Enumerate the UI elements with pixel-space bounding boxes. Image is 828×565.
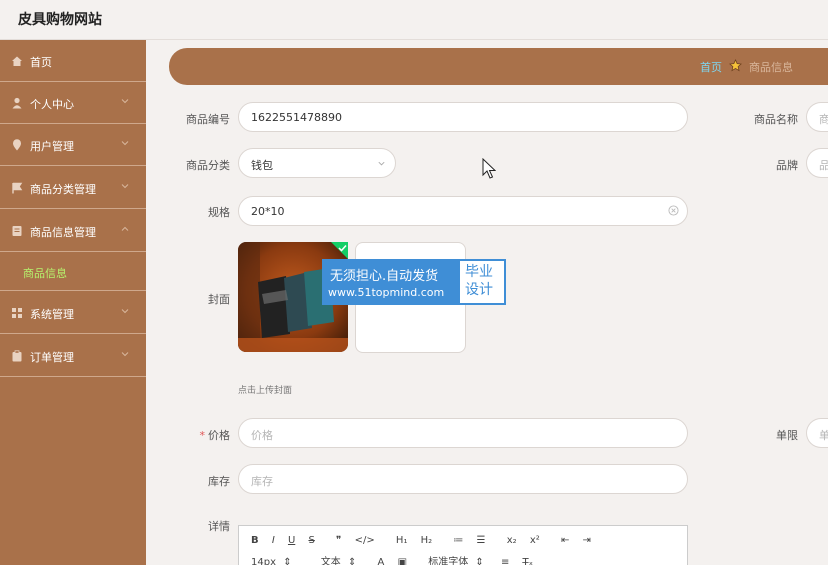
outdent-button[interactable]: ⇤ bbox=[561, 535, 569, 546]
cover-label: 封面 bbox=[208, 293, 230, 306]
user-icon bbox=[12, 97, 22, 109]
header2-button[interactable]: H₂ bbox=[421, 535, 433, 546]
subscript-button[interactable]: x₂ bbox=[507, 535, 517, 546]
chevron-down-icon bbox=[121, 352, 129, 357]
breadcrumb-current: 商品信息 bbox=[749, 61, 793, 74]
font-color-icon[interactable]: A bbox=[378, 557, 385, 565]
limit-label: 单限 bbox=[776, 429, 798, 442]
price-input[interactable]: 价格 bbox=[238, 418, 688, 448]
code-block-button[interactable]: </> bbox=[355, 535, 375, 546]
strike-button[interactable]: S bbox=[308, 535, 314, 546]
spec-value: 20*10 bbox=[251, 205, 285, 218]
rich-text-editor[interactable]: B I U S ❞ </> H₁ H₂ ≔ ☰ x₂ x² ⇤ ⇥ 14px ⇕… bbox=[238, 525, 688, 565]
sidebar-item-label: 首页 bbox=[30, 56, 52, 69]
category-label: 商品分类 bbox=[186, 159, 230, 172]
watermark-line1: 无须担心.自动发货 bbox=[330, 269, 439, 284]
chevron-up-icon bbox=[121, 226, 129, 231]
sidebar-item-system-management[interactable]: 系统管理 bbox=[0, 292, 146, 334]
indent-button[interactable]: ⇥ bbox=[583, 535, 591, 546]
required-mark: * bbox=[199, 429, 206, 442]
chevron-down-icon bbox=[378, 161, 385, 166]
home-icon bbox=[12, 56, 22, 66]
product-no-input[interactable]: 1622551478890 bbox=[238, 102, 688, 132]
watermark-url: www.51topmind.com bbox=[328, 286, 445, 299]
watermark-side-line1: 毕业 bbox=[465, 264, 493, 280]
brand-label: 品牌 bbox=[776, 159, 798, 172]
ordered-list-button[interactable]: ≔ bbox=[453, 535, 463, 546]
category-value: 钱包 bbox=[251, 159, 273, 172]
font-size-select[interactable]: 14px bbox=[251, 557, 276, 565]
document-icon bbox=[12, 226, 22, 236]
clear-icon[interactable] bbox=[668, 205, 679, 216]
editor-toolbar-row2: 14px ⇕ 文本 ⇕ A ▣ 标准字体 ⇕ ≡ T̶ₓ bbox=[251, 553, 543, 565]
flag-icon bbox=[12, 182, 23, 194]
watermark-side-line2: 设计 bbox=[465, 282, 493, 298]
product-name-input[interactable]: 商 bbox=[806, 102, 828, 132]
detail-label: 详情 bbox=[208, 520, 230, 533]
product-name-label: 商品名称 bbox=[754, 113, 798, 126]
spec-input[interactable]: 20*10 bbox=[238, 196, 688, 226]
top-bar: 皮具购物网站 bbox=[0, 0, 828, 40]
bold-button[interactable]: B bbox=[251, 535, 259, 546]
upload-hint: 点击上传封面 bbox=[238, 386, 293, 396]
sidebar-item-label: 商品信息管理 bbox=[30, 226, 96, 239]
breadcrumb: 首页 商品信息 bbox=[169, 48, 828, 85]
watermark-text-box: 无须担心.自动发货 www.51topmind.com bbox=[324, 261, 460, 303]
category-select[interactable]: 钱包 bbox=[238, 148, 396, 178]
price-label: * 价格 bbox=[150, 427, 231, 443]
background-color-icon[interactable]: ▣ bbox=[398, 557, 407, 565]
font-family-select-arrow-icon: ⇕ bbox=[475, 557, 484, 565]
sidebar-subitem-product-info[interactable]: 商品信息 bbox=[0, 253, 146, 291]
grid-icon bbox=[12, 308, 22, 318]
breadcrumb-home-link[interactable]: 首页 bbox=[700, 59, 722, 75]
underline-button[interactable]: U bbox=[288, 535, 295, 546]
stock-input[interactable]: 库存 bbox=[238, 464, 688, 494]
star-icon bbox=[729, 59, 742, 72]
clipboard-icon bbox=[12, 350, 22, 362]
sidebar-item-label: 个人中心 bbox=[30, 98, 74, 111]
sidebar-item-order-management[interactable]: 订单管理 bbox=[0, 335, 146, 377]
editor-toolbar-row1: B I U S ❞ </> H₁ H₂ ≔ ☰ x₂ x² ⇤ ⇥ bbox=[251, 535, 601, 546]
price-label-text: 价格 bbox=[208, 429, 230, 442]
sidebar-item-home[interactable]: 首页 bbox=[0, 40, 146, 82]
upload-success-check-icon bbox=[331, 242, 348, 259]
align-icon[interactable]: ≡ bbox=[501, 557, 509, 565]
sidebar-item-label: 订单管理 bbox=[30, 351, 74, 364]
block-type-select[interactable]: 文本 bbox=[321, 553, 341, 565]
watermark-overlay: 无须担心.自动发货 www.51topmind.com 毕业 设计 bbox=[322, 259, 506, 305]
sidebar-item-personal-center[interactable]: 个人中心 bbox=[0, 82, 146, 124]
superscript-button[interactable]: x² bbox=[530, 535, 540, 546]
header1-button[interactable]: H₁ bbox=[396, 535, 408, 546]
spec-label: 规格 bbox=[208, 206, 230, 219]
chevron-down-icon bbox=[121, 141, 129, 146]
blockquote-button[interactable]: ❞ bbox=[336, 535, 341, 546]
stock-label: 库存 bbox=[208, 475, 230, 488]
block-type-select-arrow-icon: ⇕ bbox=[347, 557, 357, 565]
sidebar-item-category-management[interactable]: 商品分类管理 bbox=[0, 167, 146, 209]
sidebar-item-product-info-management[interactable]: 商品信息管理 bbox=[0, 210, 146, 252]
sidebar-item-label: 用户管理 bbox=[30, 140, 74, 153]
product-no-label: 商品编号 bbox=[186, 113, 230, 126]
chevron-down-icon bbox=[121, 99, 129, 104]
chevron-down-icon bbox=[121, 184, 129, 189]
bullet-list-button[interactable]: ☰ bbox=[477, 535, 486, 546]
sidebar-item-user-management[interactable]: 用户管理 bbox=[0, 124, 146, 166]
watermark-side: 毕业 设计 bbox=[465, 263, 503, 299]
font-size-select-arrow-icon: ⇕ bbox=[283, 557, 292, 565]
brand-input[interactable]: 品 bbox=[806, 148, 828, 178]
sidebar-item-label: 系统管理 bbox=[30, 308, 74, 321]
clear-format-icon[interactable]: T̶ₓ bbox=[523, 557, 534, 565]
app-title: 皮具购物网站 bbox=[18, 12, 102, 28]
italic-button[interactable]: I bbox=[272, 535, 275, 546]
limit-input[interactable]: 单 bbox=[806, 418, 828, 448]
chevron-down-icon bbox=[121, 309, 129, 314]
sidebar-item-label: 商品信息 bbox=[23, 267, 67, 280]
mouse-cursor-icon bbox=[482, 158, 496, 179]
sidebar: 首页 个人中心 用户管理 商品分类管理 商品信息管理 商品信息 系统管理 订单管… bbox=[0, 40, 146, 565]
location-icon bbox=[13, 139, 21, 151]
sidebar-item-label: 商品分类管理 bbox=[30, 183, 96, 196]
font-family-select[interactable]: 标准字体 bbox=[428, 553, 468, 565]
